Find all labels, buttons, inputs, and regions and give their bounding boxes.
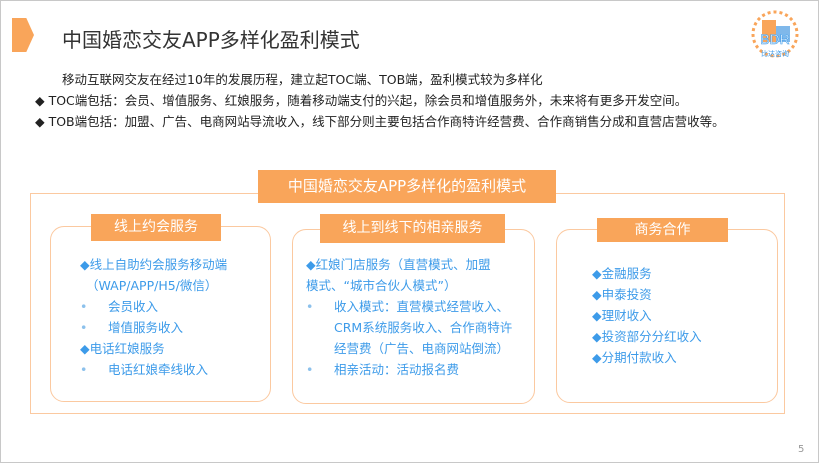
logo-subtext: 比达咨询 [761,49,789,58]
card-content: ◆金融服务 ◆申泰投资 ◆理财收入 ◆投资部分分红收入 ◆分期付款收入 [592,266,702,365]
card-title: 线上到线下的相亲服务 [320,214,505,243]
card-title: 商务合作 [597,218,728,242]
logo-text: BDR [760,31,790,47]
bullet-toc: ◆ TOC端包括：会员、增值服务、红娘服务，随着移动端支付的兴起，除会员和增值服… [35,93,688,108]
diagram-title: 中国婚恋交友APP多样化的盈利模式 [258,170,556,203]
bdr-logo: BDR 比达咨询 [748,10,802,62]
page-title: 中国婚恋交友APP多样化盈利模式 [62,28,360,52]
page-number: 5 [798,444,805,455]
card-content: ◆线上自助约会服务移动端 （WAP/APP/H5/微信） • 会员收入 • 增值服务… [80,257,228,377]
bullet-tob: ◆ TOB端包括：加盟、广告、电商网站导流收入，线下部分则主要包括合作商特许经营… [35,114,725,129]
intro-text: 移动互联网交友在经过10年的发展历程，建立起TOC端、TOB端，盈利模式较为多样… [62,72,543,87]
card-content: ◆红娘门店服务（直营模式、加盟 模式、“城市合伙人模式”） • 收入模式：直营模式… [306,257,513,377]
card-title: 线上约会服务 [91,214,221,241]
